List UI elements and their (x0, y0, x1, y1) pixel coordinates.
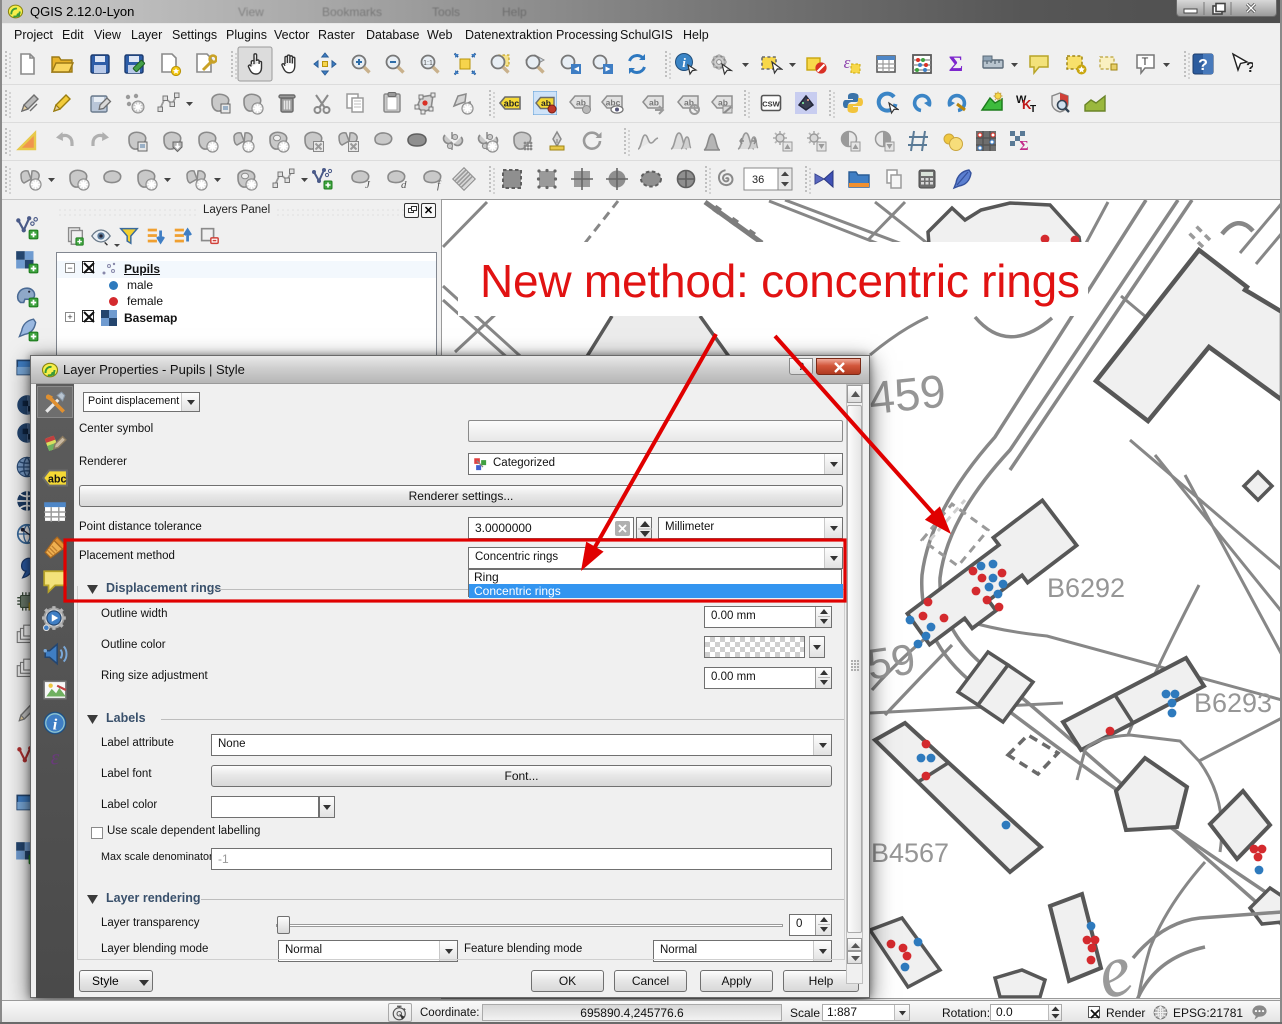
svg-text:New method: concentric rings: New method: concentric rings (480, 255, 1080, 307)
svg-text:i: i (53, 716, 58, 734)
svg-text:B6292: B6292 (1047, 573, 1125, 603)
svg-text:abc: abc (48, 473, 67, 485)
svg-text:459: 459 (866, 364, 948, 424)
svg-text:B4567: B4567 (871, 838, 949, 868)
svg-text:B6293: B6293 (1194, 688, 1272, 718)
svg-text:ε: ε (51, 746, 60, 770)
svg-text:36: 36 (752, 174, 764, 186)
